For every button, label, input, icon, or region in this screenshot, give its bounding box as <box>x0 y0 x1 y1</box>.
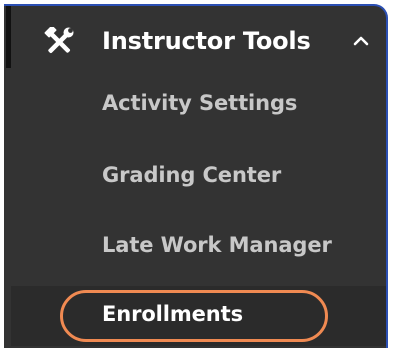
instructor-tools-label: Instructor Tools <box>102 27 311 55</box>
menu-item-late-work-manager[interactable]: Late Work Manager <box>102 233 332 257</box>
instructor-tools-menu-toggle[interactable]: Instructor Tools <box>44 22 384 62</box>
menu-item-enrollments[interactable]: Enrollments <box>102 302 243 326</box>
screenshot-frame: Instructor Tools Activity Settings Gradi… <box>0 0 397 354</box>
menu-item-activity-settings[interactable]: Activity Settings <box>102 91 297 115</box>
menu-item-grading-center[interactable]: Grading Center <box>102 163 281 187</box>
chevron-up-icon <box>352 32 370 46</box>
tools-icon <box>44 25 74 57</box>
sidebar-active-indicator <box>6 6 11 68</box>
